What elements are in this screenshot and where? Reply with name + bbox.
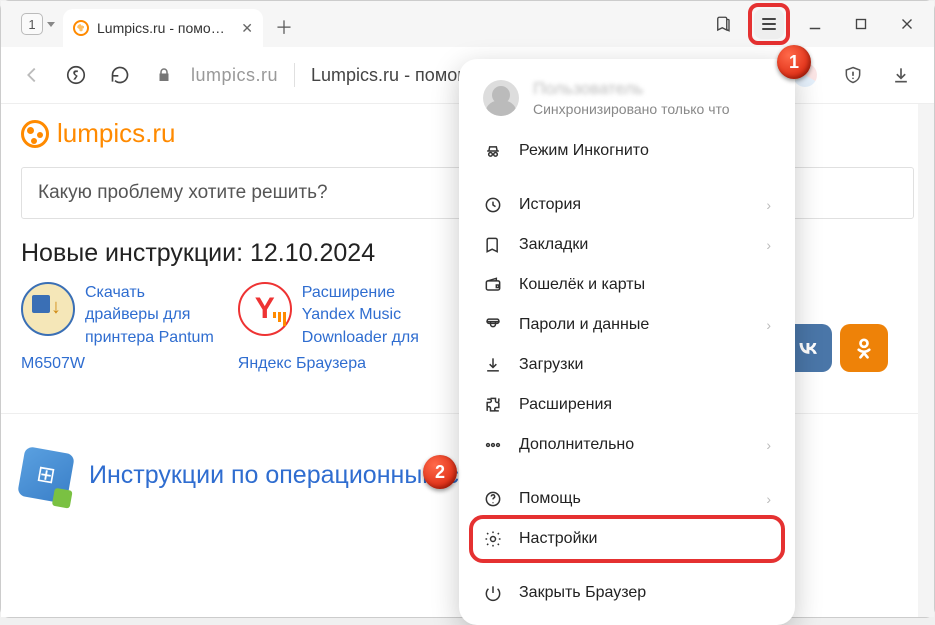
menu-profile[interactable]: Пользователь Синхронизировано только что bbox=[473, 73, 781, 131]
incognito-icon bbox=[483, 141, 503, 161]
article2-extra[interactable]: Яндекс Браузера bbox=[238, 355, 419, 373]
key-icon bbox=[483, 315, 503, 335]
avatar-icon bbox=[483, 80, 519, 116]
article2-line3: Downloader для bbox=[302, 327, 419, 349]
tab-group: 1 Lumpics.ru - помощь с ✕ ＋ bbox=[1, 1, 299, 47]
gear-icon bbox=[483, 529, 503, 549]
chevron-right-icon: › bbox=[766, 437, 771, 453]
menu-more[interactable]: Дополнительно › bbox=[473, 425, 781, 465]
scrollbar[interactable] bbox=[918, 104, 934, 617]
article-link-1[interactable]: Скачать драйверы для принтера Pantum bbox=[21, 282, 214, 349]
bookmarks-icon bbox=[483, 235, 503, 255]
menu-settings-label: Настройки bbox=[519, 530, 597, 548]
tab-title: Lumpics.ru - помощь с bbox=[97, 20, 233, 36]
shield-ad-icon[interactable] bbox=[834, 56, 872, 94]
menu-downloads-label: Загрузки bbox=[519, 356, 583, 374]
menu-downloads[interactable]: Загрузки bbox=[473, 345, 781, 385]
menu-bookmarks-label: Закладки bbox=[519, 236, 588, 254]
menu-incognito[interactable]: Режим Инкогнито bbox=[473, 131, 781, 171]
chevron-right-icon: › bbox=[766, 197, 771, 213]
help-icon bbox=[483, 489, 503, 509]
window-title-bar: 1 Lumpics.ru - помощь с ✕ ＋ bbox=[1, 1, 934, 47]
menu-close-browser[interactable]: Закрыть Браузер bbox=[473, 573, 781, 613]
history-icon bbox=[483, 195, 503, 215]
article1-line1: Скачать bbox=[85, 282, 214, 304]
menu-more-label: Дополнительно bbox=[519, 436, 634, 454]
menu-settings-highlight[interactable]: Настройки bbox=[469, 515, 785, 563]
os-heading: Инструкции по операционным с bbox=[89, 461, 459, 490]
article1-line2: драйверы для bbox=[85, 304, 214, 326]
more-icon bbox=[483, 435, 503, 455]
yandex-home-button[interactable] bbox=[59, 58, 93, 92]
tab-group-count[interactable]: 1 bbox=[21, 13, 43, 35]
menu-bookmarks[interactable]: Закладки › bbox=[473, 225, 781, 265]
annotation-badge-2: 2 bbox=[423, 455, 457, 489]
chevron-right-icon: › bbox=[766, 237, 771, 253]
annotation-badge-1: 1 bbox=[777, 45, 811, 79]
chevron-down-icon[interactable] bbox=[47, 22, 55, 27]
menu-history-label: История bbox=[519, 196, 581, 214]
menu-passwords[interactable]: Пароли и данные › bbox=[473, 305, 781, 345]
article2-line2: Yandex Music bbox=[302, 304, 419, 326]
chevron-right-icon: › bbox=[766, 317, 771, 333]
window-close-button[interactable] bbox=[886, 3, 928, 45]
printer-driver-icon bbox=[21, 282, 75, 336]
browser-tab[interactable]: Lumpics.ru - помощь с ✕ bbox=[63, 9, 263, 47]
menu-extensions[interactable]: Расширения bbox=[473, 385, 781, 425]
download-icon[interactable] bbox=[882, 56, 920, 94]
browser-main-menu: Пользователь Синхронизировано только что… bbox=[459, 59, 795, 625]
url-host[interactable]: lumpics.ru bbox=[191, 65, 278, 86]
article1-extra[interactable]: M6507W bbox=[21, 355, 214, 373]
main-menu-button-highlight bbox=[748, 3, 790, 45]
menu-close-label: Закрыть Браузер bbox=[519, 584, 646, 602]
menu-help-label: Помощь bbox=[519, 490, 581, 508]
chevron-right-icon: › bbox=[766, 491, 771, 507]
lumpics-logo-icon bbox=[21, 120, 49, 148]
wallet-icon bbox=[483, 275, 503, 295]
reload-button[interactable] bbox=[103, 58, 137, 92]
menu-incognito-label: Режим Инкогнито bbox=[519, 142, 649, 160]
window-minimize-button[interactable] bbox=[794, 3, 836, 45]
close-tab-icon[interactable]: ✕ bbox=[241, 20, 253, 37]
site-security-icon[interactable] bbox=[147, 58, 181, 92]
article-link-2[interactable]: Y Расширение Yandex Music Downloader для bbox=[238, 282, 419, 349]
profile-name: Пользователь bbox=[533, 79, 730, 99]
favicon-icon bbox=[73, 20, 89, 36]
menu-wallet[interactable]: Кошелёк и карты bbox=[473, 265, 781, 305]
sync-status: Синхронизировано только что bbox=[533, 101, 730, 117]
download-icon bbox=[483, 355, 503, 375]
bookmark-all-icon[interactable] bbox=[702, 3, 744, 45]
power-icon bbox=[483, 583, 503, 603]
menu-passwords-label: Пароли и данные bbox=[519, 316, 649, 334]
nav-back-button[interactable] bbox=[15, 58, 49, 92]
new-tab-button[interactable]: ＋ bbox=[269, 12, 299, 42]
site-name: lumpics.ru bbox=[57, 118, 175, 149]
main-menu-button[interactable] bbox=[754, 9, 784, 39]
puzzle-icon bbox=[483, 395, 503, 415]
menu-wallet-label: Кошелёк и карты bbox=[519, 276, 645, 294]
article1-line3: принтера Pantum bbox=[85, 327, 214, 349]
window-maximize-button[interactable] bbox=[840, 3, 882, 45]
yandex-music-icon: Y bbox=[238, 282, 292, 336]
os-icon bbox=[17, 446, 75, 504]
menu-history[interactable]: История › bbox=[473, 185, 781, 225]
share-ok-button[interactable] bbox=[840, 324, 888, 372]
article2-line1: Расширение bbox=[302, 282, 419, 304]
menu-extensions-label: Расширения bbox=[519, 396, 612, 414]
url-separator bbox=[294, 63, 295, 87]
menu-help[interactable]: Помощь › bbox=[473, 479, 781, 519]
